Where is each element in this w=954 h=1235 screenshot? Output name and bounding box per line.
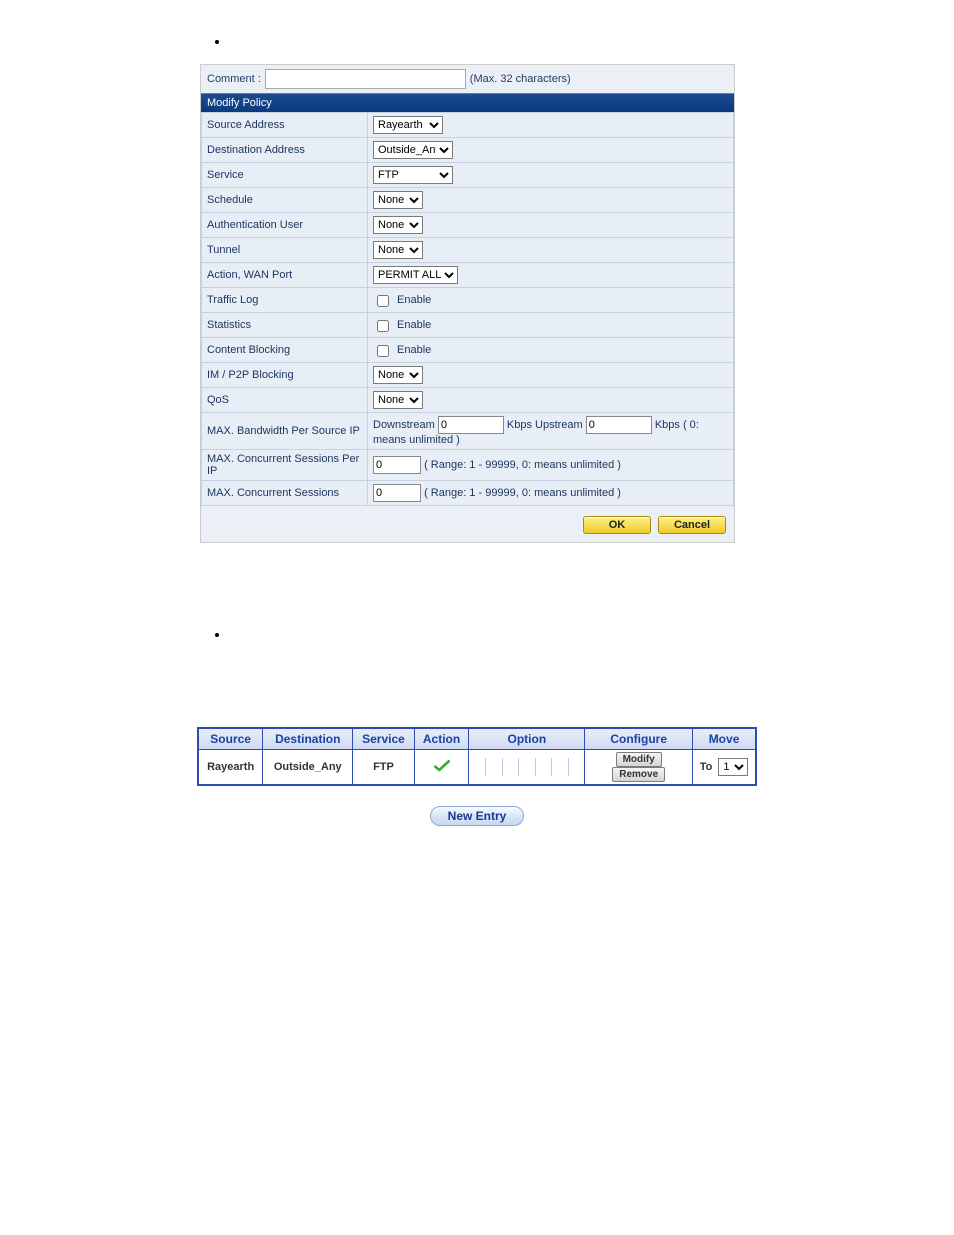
cell-move: To 1	[693, 750, 756, 786]
check-traffic-log[interactable]	[377, 295, 389, 307]
cell-configure: Modify Remove	[585, 750, 693, 786]
cell-option	[469, 750, 585, 786]
sessions-ip-hint: ( Range: 1 - 99999, 0: means unlimited )	[424, 459, 621, 471]
label-qos: QoS	[202, 388, 368, 413]
cell-action	[414, 750, 469, 786]
cell-dest: Outside_Any	[263, 750, 353, 786]
col-move: Move	[693, 728, 756, 750]
col-destination: Destination	[263, 728, 353, 750]
label-imp2p: IM / P2P Blocking	[202, 363, 368, 388]
col-action: Action	[414, 728, 469, 750]
policy-grid: Source Destination Service Action Option…	[197, 727, 757, 826]
check-content-blocking-label: Enable	[397, 344, 431, 356]
col-source: Source	[198, 728, 263, 750]
select-destination-address[interactable]: Outside_Any	[373, 141, 453, 159]
col-option: Option	[469, 728, 585, 750]
label-tunnel: Tunnel	[202, 238, 368, 263]
select-qos[interactable]: None	[373, 391, 423, 409]
remove-button[interactable]: Remove	[612, 767, 665, 782]
sessions-input[interactable]	[373, 484, 421, 502]
comment-hint: (Max. 32 characters)	[470, 73, 571, 85]
select-tunnel[interactable]: None	[373, 241, 423, 259]
comment-label: Comment :	[207, 73, 261, 85]
modify-button[interactable]: Modify	[616, 752, 662, 767]
label-source-address: Source Address	[202, 113, 368, 138]
select-auth-user[interactable]: None	[373, 216, 423, 234]
label-destination-address: Destination Address	[202, 138, 368, 163]
check-statistics[interactable]	[377, 320, 389, 332]
label-action-wan: Action, WAN Port	[202, 263, 368, 288]
upstream-label: Kbps Upstream	[507, 419, 583, 431]
check-statistics-label: Enable	[397, 319, 431, 331]
label-service: Service	[202, 163, 368, 188]
check-traffic-log-label: Enable	[397, 294, 431, 306]
comment-input[interactable]	[265, 69, 466, 89]
label-traffic-log: Traffic Log	[202, 288, 368, 313]
option-strip	[469, 758, 584, 776]
label-max-sessions-ip: MAX. Concurrent Sessions Per IP	[202, 450, 368, 481]
sessions-ip-input[interactable]	[373, 456, 421, 474]
button-row: OK Cancel	[201, 506, 734, 542]
label-auth-user: Authentication User	[202, 213, 368, 238]
bullet-marker	[215, 40, 219, 44]
label-content-blocking: Content Blocking	[202, 338, 368, 363]
check-content-blocking[interactable]	[377, 345, 389, 357]
move-select[interactable]: 1	[718, 758, 748, 776]
label-schedule: Schedule	[202, 188, 368, 213]
upstream-input[interactable]	[586, 416, 652, 434]
ok-button[interactable]: OK	[583, 516, 651, 534]
select-imp2p[interactable]: None	[373, 366, 423, 384]
comment-row: Comment : (Max. 32 characters)	[201, 65, 734, 93]
downstream-label: Downstream	[373, 419, 435, 431]
table-row: Rayearth Outside_Any FTP Modify Remove	[198, 750, 756, 786]
select-source-address[interactable]: Rayearth	[373, 116, 443, 134]
bullet-marker-2	[215, 633, 219, 637]
label-max-bandwidth: MAX. Bandwidth Per Source IP	[202, 413, 368, 450]
sessions-hint: ( Range: 1 - 99999, 0: means unlimited )	[424, 487, 621, 499]
col-configure: Configure	[585, 728, 693, 750]
select-action-wan[interactable]: PERMIT ALL	[373, 266, 458, 284]
cell-service: FTP	[353, 750, 414, 786]
new-entry-button[interactable]: New Entry	[430, 806, 524, 826]
permit-check-icon	[434, 763, 450, 775]
cancel-button[interactable]: Cancel	[658, 516, 726, 534]
modify-policy-panel: Comment : (Max. 32 characters) Modify Po…	[200, 64, 735, 543]
col-service: Service	[353, 728, 414, 750]
downstream-input[interactable]	[438, 416, 504, 434]
label-statistics: Statistics	[202, 313, 368, 338]
select-schedule[interactable]: None	[373, 191, 423, 209]
move-to-label: To	[700, 761, 713, 773]
section-header: Modify Policy	[201, 93, 734, 112]
select-service[interactable]: FTP	[373, 166, 453, 184]
label-max-sessions: MAX. Concurrent Sessions	[202, 481, 368, 506]
cell-source: Rayearth	[198, 750, 263, 786]
